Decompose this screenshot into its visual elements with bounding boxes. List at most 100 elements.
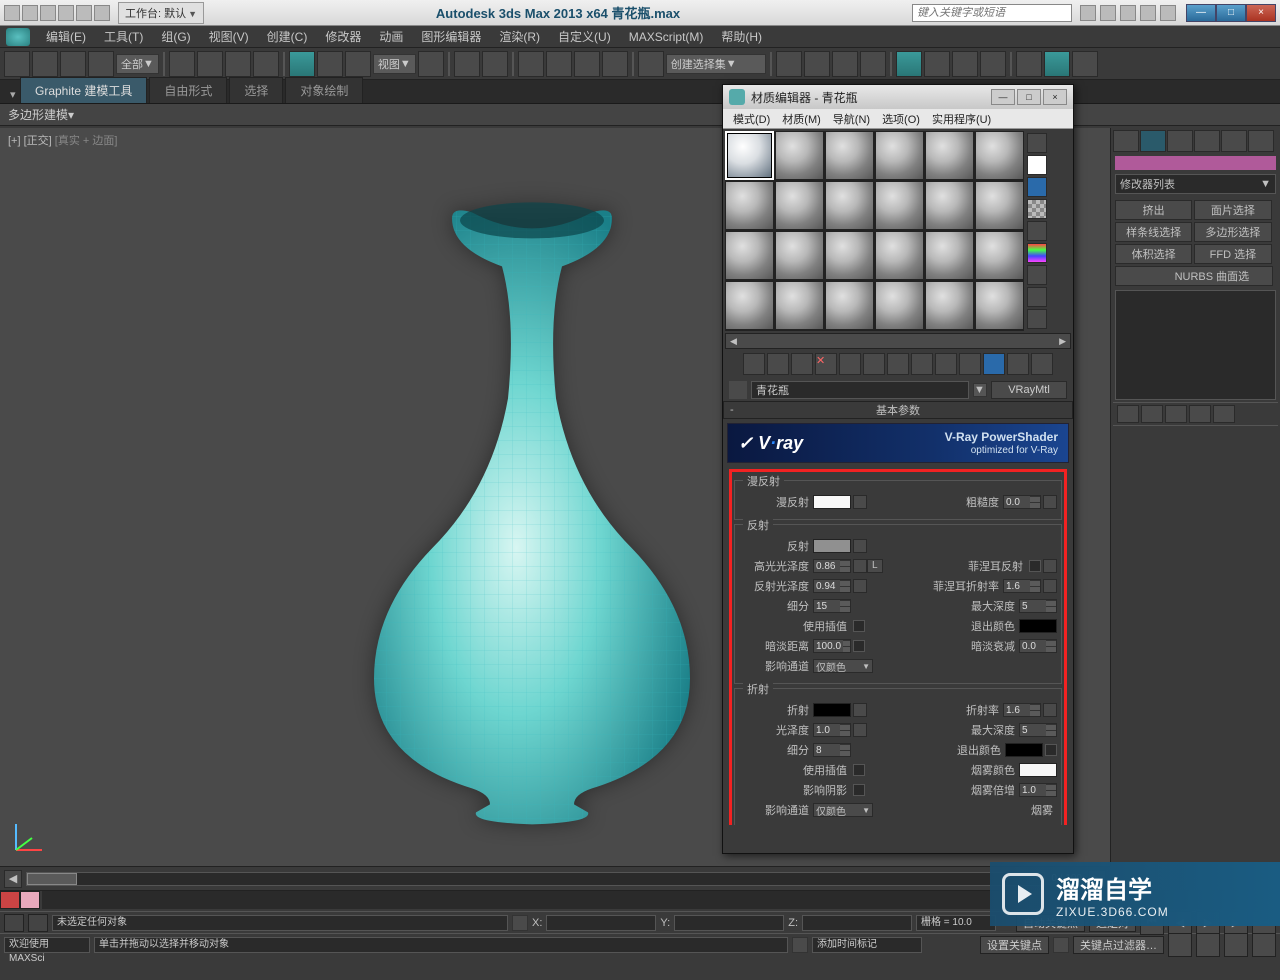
selection-filter-dropdown[interactable]: 全部 ▼ [116, 54, 159, 74]
sample-slot[interactable] [975, 281, 1024, 330]
pin-stack-icon[interactable] [1117, 405, 1139, 423]
ior-map-button[interactable] [1043, 703, 1057, 717]
exchange-icon[interactable] [1120, 5, 1136, 21]
dim-fall-spinner[interactable]: 0.0 [1019, 639, 1057, 653]
coord-x-input[interactable] [546, 915, 656, 931]
reset-icon[interactable]: ✕ [815, 353, 837, 375]
uv-tile-icon[interactable] [1027, 221, 1047, 241]
ribbon-tab-freeform[interactable]: 自由形式 [149, 77, 227, 103]
mat-menu-navigate[interactable]: 导航(N) [827, 109, 876, 128]
teapot-render-icon[interactable] [1044, 51, 1070, 77]
sample-slot[interactable] [825, 281, 874, 330]
minihelper-icon[interactable] [4, 914, 24, 932]
display-tab-icon[interactable] [1221, 130, 1247, 152]
color-swatch[interactable] [1115, 156, 1276, 170]
show-map-icon[interactable] [911, 353, 933, 375]
sample-slot[interactable] [725, 181, 774, 230]
setkey-button[interactable]: 设置关键点 [980, 936, 1049, 954]
sample-slot[interactable] [925, 181, 974, 230]
workspace-selector[interactable]: 工作台: 默认▼ [118, 2, 204, 24]
help-search-input[interactable] [912, 4, 1072, 22]
mod-splinesel-button[interactable]: 样条线选择 [1115, 222, 1192, 242]
sample-slot[interactable] [875, 181, 924, 230]
close-button[interactable]: × [1246, 4, 1276, 22]
spinner-snap-button[interactable] [602, 51, 628, 77]
show-end-icon[interactable] [935, 353, 957, 375]
keyfilter-button[interactable]: 关键点过滤器… [1073, 936, 1164, 954]
ribbon-expand-icon[interactable]: ▾ [8, 86, 20, 103]
curve-editor-button[interactable] [860, 51, 886, 77]
ribbon-tab-graphite[interactable]: Graphite 建模工具 [20, 77, 147, 103]
redo-icon[interactable] [76, 5, 92, 21]
ref-coord-dropdown[interactable]: 视图 ▼ [373, 54, 416, 74]
mat-menu-options[interactable]: 选项(O) [876, 109, 926, 128]
timeline-left-icon[interactable]: ◀ [4, 870, 22, 888]
fresnel-ior-spinner[interactable]: 1.6 [1003, 579, 1041, 593]
refl-interp-checkbox[interactable] [853, 620, 865, 632]
move-button[interactable] [289, 51, 315, 77]
put-to-lib-icon[interactable] [863, 353, 885, 375]
layer-button[interactable] [832, 51, 858, 77]
mod-polysel-button[interactable]: 多边形选择 [1194, 222, 1271, 242]
material-editor-button[interactable] [924, 51, 950, 77]
basic-params-rollup[interactable]: -基本参数 [723, 401, 1073, 419]
menu-group[interactable]: 组(G) [153, 26, 198, 47]
name-dropdown-icon[interactable]: ▼ [973, 383, 987, 397]
make-unique-icon[interactable] [1031, 353, 1053, 375]
redo-button[interactable] [32, 51, 58, 77]
sample-slot[interactable] [825, 181, 874, 230]
mod-patchsel-button[interactable]: 面片选择 [1194, 200, 1271, 220]
menu-edit[interactable]: 编辑(E) [38, 26, 94, 47]
refr-affect-dropdown[interactable]: 仅颜色▼ [813, 803, 873, 817]
open-icon[interactable] [22, 5, 38, 21]
percent-snap-button[interactable] [574, 51, 600, 77]
hierarchy-tab-icon[interactable] [1167, 130, 1193, 152]
refl-maxdepth-spinner[interactable]: 5 [1019, 599, 1057, 613]
select-button[interactable] [169, 51, 195, 77]
mat-menu-utilities[interactable]: 实用程序(U) [926, 109, 997, 128]
mat-minimize-button[interactable]: — [991, 89, 1015, 105]
time-slider-thumb[interactable] [27, 873, 77, 885]
remove-mod-icon[interactable] [1189, 405, 1211, 423]
diffuse-color-swatch[interactable] [813, 495, 851, 509]
diffuse-map-button[interactable] [853, 495, 867, 509]
sample-scrollbar[interactable]: ◀▶ [725, 333, 1071, 349]
help-icon[interactable] [1160, 5, 1176, 21]
sample-slot[interactable] [975, 181, 1024, 230]
dim-dist-spinner[interactable]: 100.0 [813, 639, 851, 653]
mat-close-button[interactable]: × [1043, 89, 1067, 105]
subscription-icon[interactable] [1100, 5, 1116, 21]
menu-help[interactable]: 帮助(H) [713, 26, 770, 47]
timetag-button[interactable]: 添加时间标记 [812, 937, 922, 953]
go-sibling-icon[interactable] [983, 353, 1005, 375]
sample-slot[interactable] [975, 231, 1024, 280]
options-icon[interactable] [1027, 287, 1047, 307]
mat-menu-mode[interactable]: 模式(D) [727, 109, 776, 128]
sample-slot[interactable] [875, 281, 924, 330]
unique-icon[interactable] [1165, 405, 1187, 423]
menu-modifiers[interactable]: 修改器 [317, 26, 369, 47]
roughness-spinner[interactable]: 0.0 [1003, 495, 1041, 509]
roughness-map-button[interactable] [1043, 495, 1057, 509]
eyedropper-icon[interactable] [729, 381, 747, 399]
search-icon[interactable] [1080, 5, 1096, 21]
nav-zoom-icon[interactable] [1196, 933, 1220, 957]
link-icon[interactable] [94, 5, 110, 21]
menu-create[interactable]: 创建(C) [259, 26, 316, 47]
undo-button[interactable] [4, 51, 30, 77]
render-setup-button[interactable] [952, 51, 978, 77]
mirror-button[interactable] [776, 51, 802, 77]
config-sets-icon[interactable] [1213, 405, 1235, 423]
key-icon[interactable] [1053, 937, 1069, 953]
select-name-button[interactable] [197, 51, 223, 77]
mat-editor-titlebar[interactable]: 材质编辑器 - 青花瓶 — □ × [723, 85, 1073, 109]
refr-exitcolor-checkbox[interactable] [1045, 744, 1057, 756]
sample-slot[interactable] [925, 131, 974, 180]
nav-orbit-icon[interactable] [1224, 933, 1248, 957]
go-parent-icon[interactable] [959, 353, 981, 375]
isolate-icon[interactable] [792, 937, 808, 953]
minimize-button[interactable]: — [1186, 4, 1216, 22]
time-slider-track[interactable] [26, 872, 1045, 886]
nav-max-icon[interactable] [1252, 933, 1276, 957]
sample-slot[interactable] [775, 131, 824, 180]
